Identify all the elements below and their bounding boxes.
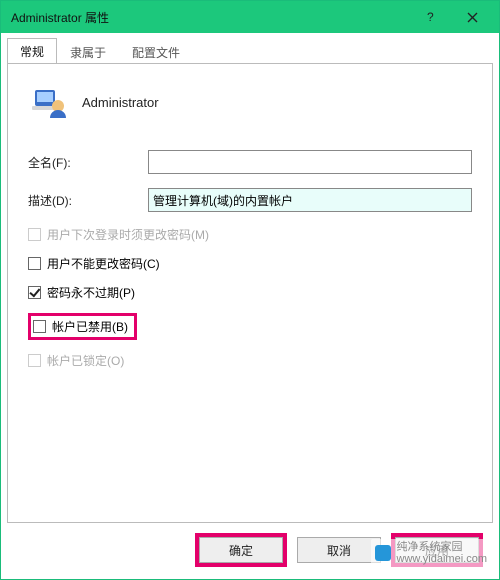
apply-button[interactable]: 应用 xyxy=(395,537,479,563)
user-name: Administrator xyxy=(82,95,159,110)
user-icon xyxy=(28,82,68,122)
check-must-change-label: 用户下次登录时须更改密码(M) xyxy=(47,226,209,243)
fullname-input[interactable] xyxy=(148,150,472,174)
svg-text:?: ? xyxy=(427,11,434,23)
check-never-expires-label: 密码永不过期(P) xyxy=(47,284,135,301)
help-button[interactable]: ? xyxy=(409,1,451,33)
tab-memberof[interactable]: 隶属于 xyxy=(57,39,119,64)
check-locked: 帐户已锁定(O) xyxy=(28,352,472,369)
check-account-disabled-label[interactable]: 帐户已禁用(B) xyxy=(52,318,128,335)
check-account-disabled-row: 帐户已禁用(B) xyxy=(28,313,472,340)
tab-general-label: 常规 xyxy=(20,45,44,59)
user-header: Administrator xyxy=(28,82,472,122)
checkbox-icon xyxy=(28,286,41,299)
title-bar: Administrator 属性 ? xyxy=(1,1,499,33)
description-input[interactable] xyxy=(148,188,472,212)
cancel-button[interactable]: 取消 xyxy=(297,537,381,563)
fullname-row: 全名(F): xyxy=(28,150,472,174)
check-never-expires[interactable]: 密码永不过期(P) xyxy=(28,284,472,301)
checkbox-icon xyxy=(28,228,41,241)
highlight-ok: 确定 xyxy=(195,533,287,567)
highlight-apply: 应用 xyxy=(391,533,483,567)
window-title: Administrator 属性 xyxy=(11,9,409,26)
check-must-change: 用户下次登录时须更改密码(M) xyxy=(28,226,472,243)
tab-strip: 常规 隶属于 配置文件 xyxy=(1,37,499,63)
checkbox-icon[interactable] xyxy=(33,320,46,333)
tab-general[interactable]: 常规 xyxy=(7,38,57,64)
tab-profile-label: 配置文件 xyxy=(132,46,180,60)
checkbox-icon xyxy=(28,257,41,270)
dialog-footer: 确定 取消 应用 xyxy=(7,527,493,573)
check-cannot-change[interactable]: 用户不能更改密码(C) xyxy=(28,255,472,272)
ok-button[interactable]: 确定 xyxy=(199,537,283,563)
description-row: 描述(D): xyxy=(28,188,472,212)
check-locked-label: 帐户已锁定(O) xyxy=(47,352,124,369)
checkbox-icon xyxy=(28,354,41,367)
description-label: 描述(D): xyxy=(28,192,148,209)
tab-memberof-label: 隶属于 xyxy=(70,46,106,60)
fullname-label: 全名(F): xyxy=(28,154,148,171)
dialog-window: Administrator 属性 ? 常规 隶属于 配置文件 Administr… xyxy=(0,0,500,580)
highlight-account-disabled: 帐户已禁用(B) xyxy=(28,313,137,340)
checkbox-group: 用户下次登录时须更改密码(M) 用户不能更改密码(C) 密码永不过期(P) 帐户… xyxy=(28,226,472,369)
general-panel: Administrator 全名(F): 描述(D): 用户下次登录时须更改密码… xyxy=(7,63,493,523)
tab-profile[interactable]: 配置文件 xyxy=(119,39,193,64)
check-cannot-change-label: 用户不能更改密码(C) xyxy=(47,255,160,272)
close-button[interactable] xyxy=(451,1,493,33)
